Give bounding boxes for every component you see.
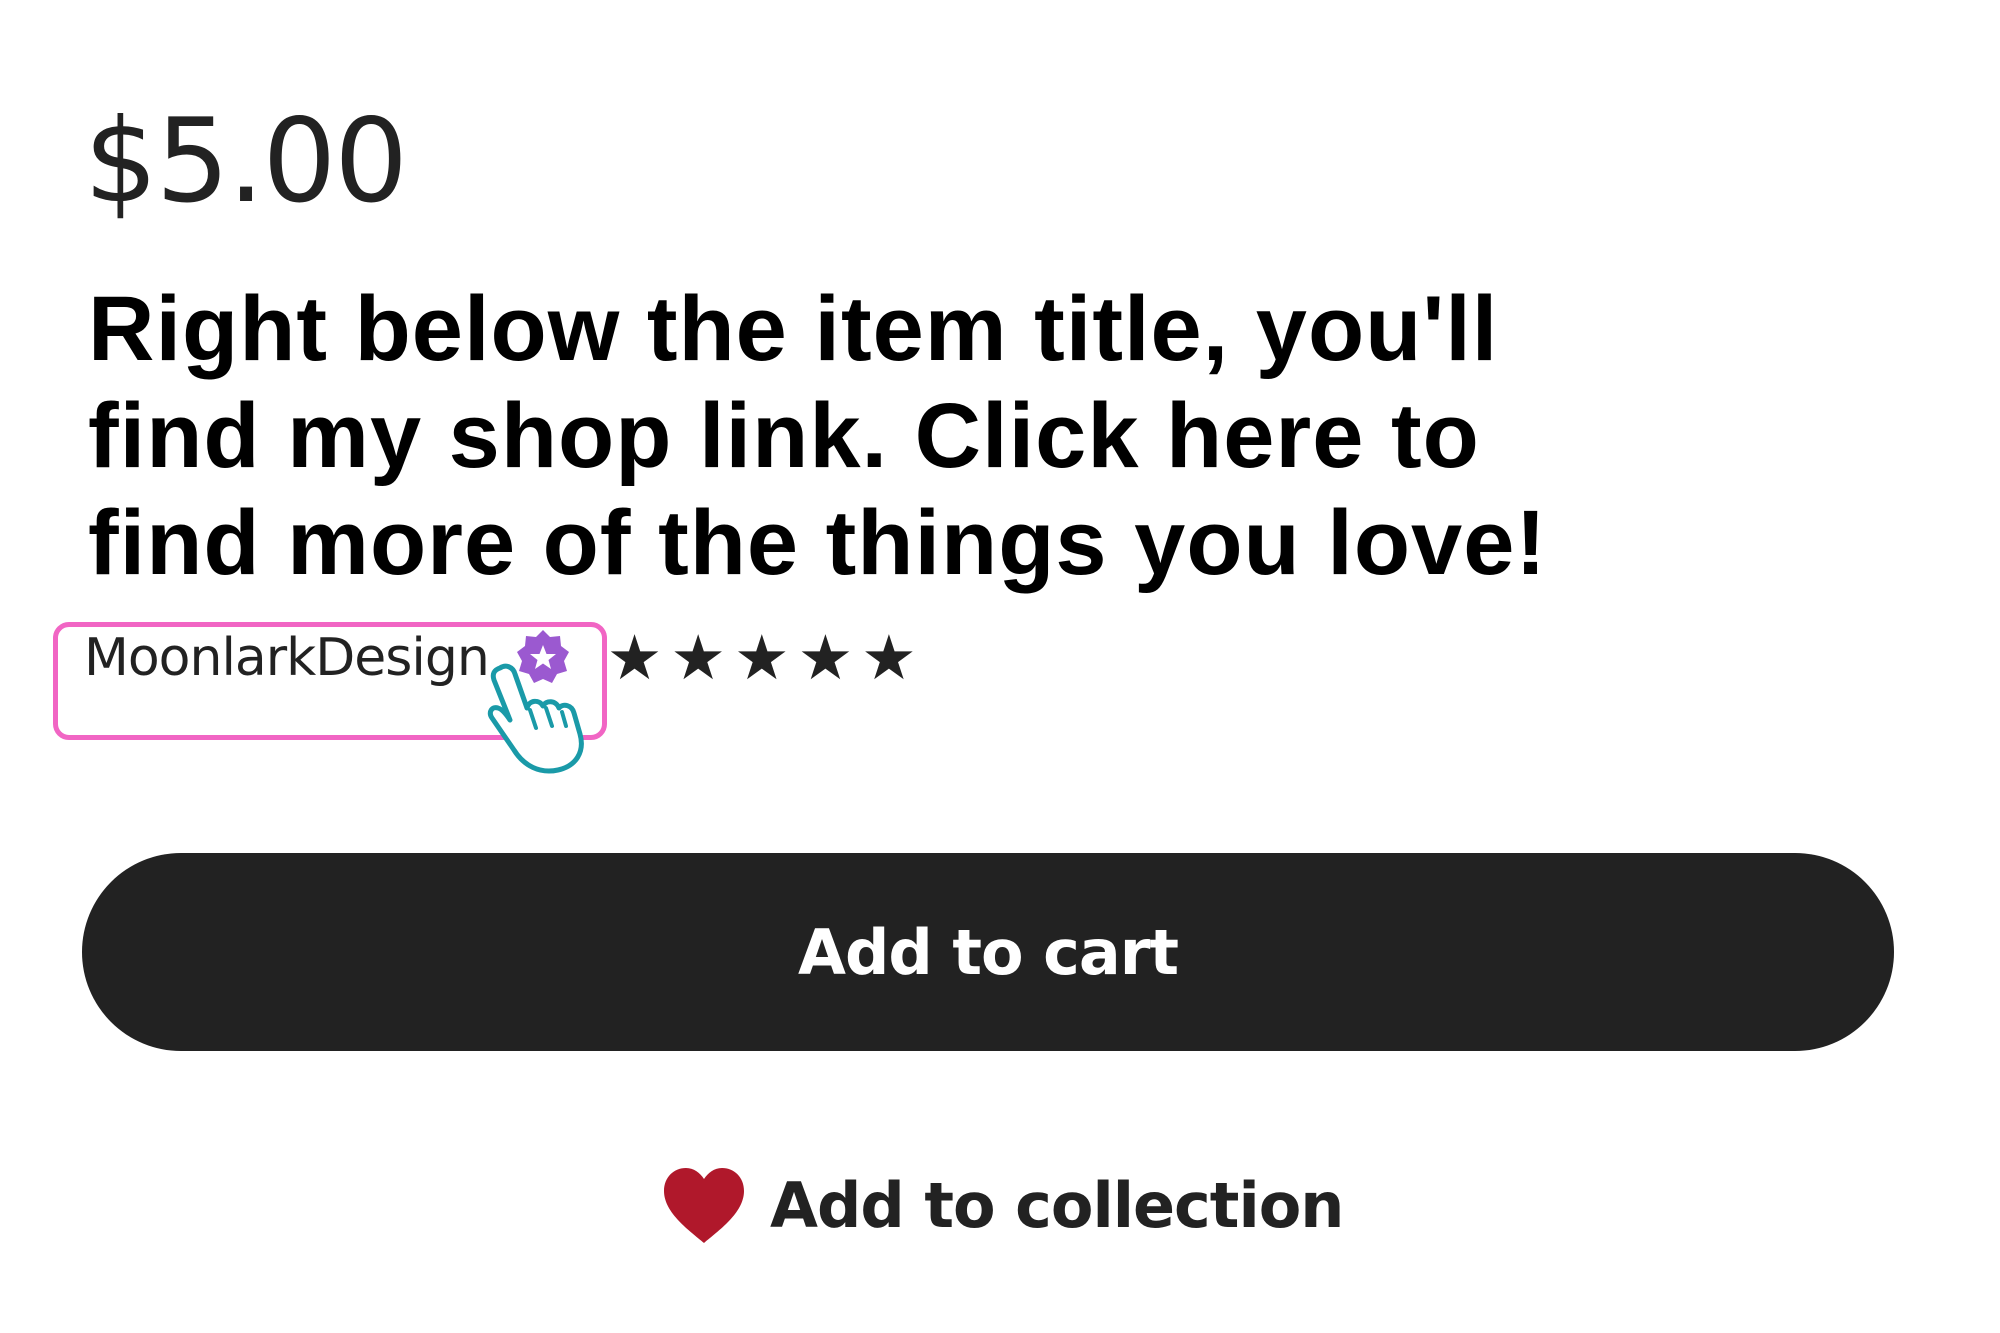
star-icon: ★ (606, 621, 663, 694)
star-icon: ★ (797, 621, 854, 694)
shop-row: MoonlarkDesign ★ ★ ★ ★ ★ (84, 622, 925, 694)
heart-icon (664, 1168, 744, 1243)
add-to-collection-button[interactable]: Add to collection (660, 1160, 1344, 1250)
price: $5.00 (84, 94, 408, 229)
star-icon: ★ (733, 621, 790, 694)
headline-line: find more of the things you love! (88, 492, 1547, 594)
star-icon: ★ (670, 621, 726, 694)
rating-stars: ★ ★ ★ ★ ★ (607, 627, 925, 689)
add-to-collection-label: Add to collection (770, 1168, 1344, 1242)
shop-link[interactable]: MoonlarkDesign (84, 628, 490, 688)
listing-title-annotation: Right below the item title, you'll find … (88, 276, 1948, 597)
star-icon: ★ (861, 621, 917, 694)
headline-line: Right below the item title, you'll (88, 278, 1499, 380)
add-to-cart-button[interactable]: Add to cart (82, 853, 1894, 1051)
star-seller-badge-icon (516, 630, 569, 683)
headline-line: find my shop link. Click here to (88, 385, 1480, 487)
